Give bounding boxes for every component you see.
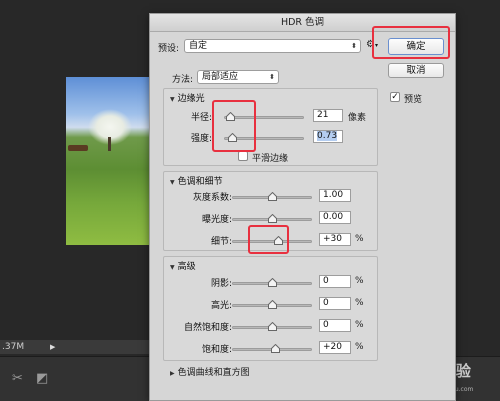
exposure-slider-thumb[interactable] [267, 214, 277, 223]
tree-trunk [108, 137, 111, 151]
annotation-box-detail [248, 225, 289, 254]
method-select[interactable]: 局部适应 ⬍ [197, 70, 279, 84]
shadow-label: 阴影: [210, 279, 232, 289]
vibrance-unit: % [355, 320, 364, 330]
disclosure-down-icon: ▼ [170, 96, 175, 103]
scissors-icon[interactable]: ✂ [12, 371, 23, 386]
status-menu-arrow-icon[interactable]: ▶ [50, 340, 55, 354]
preset-value: 自定 [189, 41, 208, 51]
shadow-unit: % [355, 276, 364, 286]
tone-detail-title[interactable]: ▼ 色调和细节 [170, 174, 223, 187]
document-size-readout: .37M [2, 342, 25, 352]
preview-label: 预览 [404, 95, 423, 105]
status-bar: .37M ▶ [0, 340, 160, 354]
gamma-label: 灰度系数: [192, 193, 232, 203]
hdr-toning-dialog: HDR 色调 预设: 自定 ⬍ ⚙▾ 确定 取消 ✓ 预览 方法: 局部适应 ⬍… [149, 13, 456, 401]
shadow-input[interactable]: 0 [319, 275, 351, 288]
method-label: 方法: [172, 75, 194, 85]
exposure-slider[interactable] [232, 214, 312, 223]
edge-glow-group: ▼ 边缘光 半径: 21 像素 强度: 0.73 平滑边缘 [163, 88, 378, 166]
canvas-image [66, 77, 156, 245]
gamma-slider-thumb[interactable] [267, 192, 277, 201]
shadow-slider-thumb[interactable] [267, 278, 277, 287]
smooth-edges-checkbox[interactable] [238, 151, 248, 161]
highlight-label: 高光: [210, 301, 232, 311]
highlight-slider-thumb[interactable] [267, 300, 277, 309]
cancel-button[interactable]: 取消 [388, 63, 444, 78]
detail-input[interactable]: +30 [319, 233, 351, 246]
gamma-input[interactable]: 1.00 [319, 189, 351, 202]
radius-unit: 像素 [348, 113, 367, 123]
preset-select[interactable]: 自定 ⬍ [184, 39, 361, 53]
advanced-group: ▼ 高级 阴影: 0 % 高光: 0 % 自然饱和度: 0 % 饱和度: +20 … [163, 256, 378, 361]
chevron-updown-icon: ⬍ [269, 73, 275, 81]
saturation-slider[interactable] [232, 344, 312, 353]
exposure-input[interactable]: 0.00 [319, 211, 351, 224]
curve-histogram-section[interactable]: ▶ 色调曲线和直方图 [170, 365, 250, 378]
detail-label: 细节: [210, 237, 232, 247]
crop-tool-icon[interactable]: ◩ [36, 371, 48, 386]
detail-unit: % [355, 234, 364, 244]
vibrance-input[interactable]: 0 [319, 319, 351, 332]
radius-input[interactable]: 21 [313, 109, 343, 122]
edge-glow-title[interactable]: ▼ 边缘光 [170, 91, 205, 104]
highlight-unit: % [355, 298, 364, 308]
disclosure-down-icon: ▼ [170, 264, 175, 271]
chevron-updown-icon: ⬍ [351, 42, 357, 50]
shadow-slider[interactable] [232, 278, 312, 287]
gamma-slider[interactable] [232, 192, 312, 201]
disclosure-right-icon: ▶ [170, 370, 175, 377]
annotation-box-edge-glow [212, 100, 256, 152]
saturation-label: 饱和度: [201, 345, 232, 355]
disclosure-down-icon: ▼ [170, 179, 175, 186]
annotation-box-ok [372, 26, 450, 59]
vibrance-slider[interactable] [232, 322, 312, 331]
preset-label: 预设: [158, 44, 180, 54]
saturation-unit: % [355, 342, 364, 352]
smooth-edges-label: 平滑边缘 [252, 154, 289, 164]
highlight-input[interactable]: 0 [319, 297, 351, 310]
strength-label: 强度: [190, 134, 212, 144]
preview-checkbox[interactable]: ✓ [390, 92, 400, 102]
saturation-input[interactable]: +20 [319, 341, 351, 354]
vibrance-slider-thumb[interactable] [267, 322, 277, 331]
highlight-slider[interactable] [232, 300, 312, 309]
vibrance-label: 自然饱和度: [183, 323, 232, 333]
exposure-label: 曝光度: [201, 215, 232, 225]
horses [68, 145, 88, 151]
radius-label: 半径: [190, 113, 212, 123]
advanced-title[interactable]: ▼ 高级 [170, 259, 196, 272]
strength-input[interactable]: 0.73 [313, 130, 343, 143]
method-value: 局部适应 [202, 72, 239, 82]
saturation-slider-thumb[interactable] [271, 344, 281, 353]
